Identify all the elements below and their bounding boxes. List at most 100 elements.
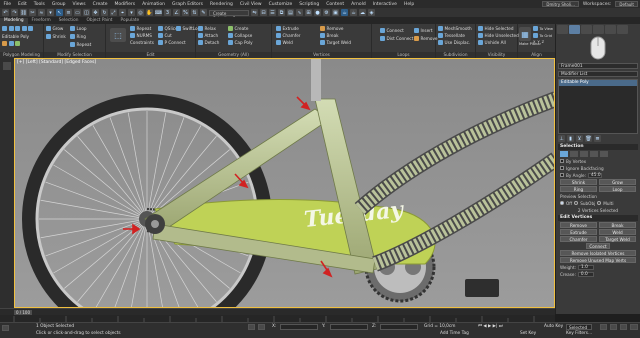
vertex-level-icon[interactable] [560,151,568,157]
extrude-button[interactable]: Extrude [276,26,299,31]
place-icon[interactable]: ⌖ [119,9,126,16]
meshsmooth-button[interactable]: MeshSmooth [438,26,472,31]
menu-customize[interactable]: Customize [265,2,296,7]
unhide-all-button[interactable]: Unhide All [478,40,506,45]
create-button[interactable]: Create [228,26,248,31]
break-button[interactable]: Break [320,33,339,38]
time-slider-bar[interactable]: 0 / 100 [0,308,555,315]
insert-loop-button[interactable]: Insert [414,28,433,33]
menu-modifiers[interactable]: Modifiers [111,2,139,7]
link-icon[interactable]: ⛓ [20,9,27,16]
detach-button[interactable]: Detach [198,40,219,45]
pan-icon[interactable] [610,324,617,330]
select-object-icon[interactable]: ↖ [56,9,63,16]
show-end-result-icon[interactable]: ▮ [567,135,574,142]
render-iterative-icon[interactable]: ☕ [350,9,357,16]
attach-button[interactable]: Attach [198,33,218,38]
spinner-snap-icon[interactable]: ⇅ [191,9,198,16]
menu-rendering[interactable]: Rendering [206,2,236,7]
remove-loop-button[interactable]: Remove [414,36,438,41]
menu-help[interactable]: Help [400,2,417,7]
a360-gallery-icon[interactable]: ◈ [368,9,375,16]
orbit-icon[interactable] [620,324,627,330]
polygon-mode-icon[interactable] [21,26,27,31]
menu-animation[interactable]: Animation [139,2,169,7]
move-icon[interactable]: ✥ [92,9,99,16]
viewport-label[interactable]: [+] [Left] [Standard] [Edged Faces] [17,60,96,65]
vertex-mode-icon[interactable] [2,26,7,31]
align-x-button[interactable]: X [533,40,535,44]
object-name-field[interactable]: Frame001 [558,63,638,69]
create-tab-icon[interactable] [557,25,568,34]
goto-start-icon[interactable]: ⏮ [478,324,482,329]
make-unique-icon[interactable]: ⊻ [576,135,583,142]
bind-space-warp-icon[interactable]: ≈ [38,9,45,16]
ignore-backfacing-checkbox[interactable] [560,166,564,170]
named-selection-dropdown[interactable]: Create Selection Se... [209,9,249,21]
select-filter-icon[interactable]: ▾ [47,9,54,16]
border-level-icon[interactable] [580,151,588,157]
hide-selected-button[interactable]: Hide Selected [478,26,514,31]
rendered-frame-icon[interactable]: ▣ [332,9,339,16]
edit-vertices-rollout-header[interactable]: Edit Vertices [558,215,638,221]
weld-button[interactable]: Weld [276,40,293,45]
selection-rollout-header[interactable]: Selection [558,144,638,150]
keyboard-shortcut-icon[interactable]: ⌨ [155,9,162,16]
material-editor-icon[interactable]: ● [314,9,321,16]
break-button-cp[interactable]: Break [599,222,636,228]
preserve-uvs-icon[interactable]: ⬚ [110,28,126,42]
key-mode-dropdown[interactable]: Selected [566,324,592,330]
element-mode-icon[interactable] [28,26,33,31]
by-angle-spinner[interactable]: 45.0 [588,172,603,178]
angle-snap-icon[interactable]: ∠ [173,9,180,16]
maxscript-listener-icon[interactable] [2,325,9,331]
unlink-icon[interactable]: ✂ [29,9,36,16]
snap-toggle-icon[interactable]: 3 [164,9,171,16]
crease-spinner[interactable]: 0.0 [577,271,594,277]
zoom-icon[interactable] [600,324,607,330]
ring-button-cp[interactable]: Ring [560,186,597,192]
element-level-icon[interactable] [600,151,608,157]
maximize-viewport-icon[interactable] [630,324,638,330]
hierarchy-tab-icon[interactable] [581,25,592,34]
align-y-button[interactable]: Y [537,40,539,44]
menu-views[interactable]: Views [69,2,89,7]
render-setup-icon[interactable]: ⚙ [323,9,330,16]
stack-icon[interactable] [8,41,14,46]
rotate-icon[interactable]: ↻ [101,9,108,16]
weight-spinner[interactable]: 1.0 [578,264,594,270]
remove-button-cp[interactable]: Remove [560,222,597,228]
menu-file[interactable]: File [0,2,15,7]
target-weld-button[interactable]: Target Weld [320,40,351,45]
dist-connect-button[interactable]: Dist Connect [380,36,413,41]
menu-scripting[interactable]: Scripting [296,2,323,7]
display-tab-icon[interactable] [605,25,616,34]
loop-button[interactable]: Loop [70,26,87,31]
preview-subobj-radio[interactable] [574,201,579,205]
schematic-view-icon[interactable]: ⊞ [305,9,312,16]
relax-button[interactable]: Relax [198,26,216,31]
scale-icon[interactable]: ⤢ [110,9,117,16]
shrink-button-cp[interactable]: Shrink [560,179,597,185]
to-view-button[interactable]: To View [533,26,553,31]
cap-poly-button[interactable]: Cap Poly [228,40,253,45]
pin-stack-icon[interactable]: ⊥ [558,135,565,142]
menu-tools[interactable]: Tools [30,2,48,7]
repeat-button[interactable]: Repeat [70,42,91,47]
percent-snap-icon[interactable]: % [182,9,189,16]
goto-end-icon[interactable]: ⏭ [499,324,503,329]
menu-edit[interactable]: Edit [15,2,31,7]
mirror-icon[interactable]: ⇋ [251,9,258,16]
preview-off-radio[interactable] [560,201,564,205]
ribbon-toggle-icon[interactable]: ▤ [287,9,294,16]
remove-modifier-icon[interactable]: 🗑 [585,135,592,142]
modify-tab-icon[interactable] [569,25,580,34]
shrink-button[interactable]: Shrink [46,34,66,39]
lock-selection-icon[interactable] [258,324,265,330]
x-coord-field[interactable] [280,324,318,330]
hide-unselected-button[interactable]: Hide Unselected [478,33,519,38]
configure-modifier-sets-icon[interactable]: ≣ [594,135,601,142]
extrude-button-cp[interactable]: Extrude [560,229,597,235]
add-time-tag-button[interactable]: Add Time Tag [440,331,469,336]
connect-button[interactable]: Connect [380,28,404,33]
